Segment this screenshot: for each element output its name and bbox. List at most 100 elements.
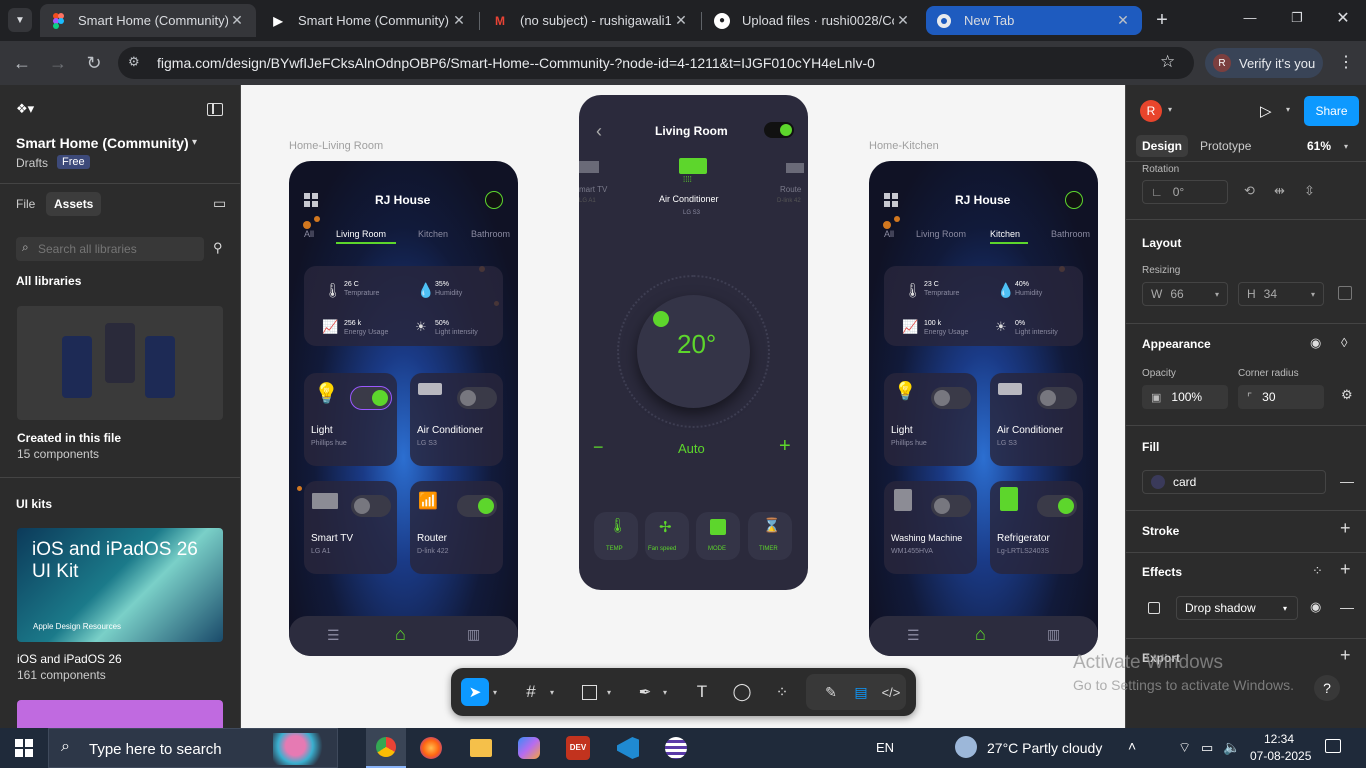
grid-menu-icon[interactable] <box>884 193 898 207</box>
notification-icon[interactable] <box>1325 739 1341 753</box>
device-card-light[interactable]: 💡 Light Phillips hue <box>304 373 397 466</box>
room-tab-bathroom[interactable]: Bathroom <box>471 229 510 239</box>
increase-button[interactable]: + <box>779 435 791 458</box>
actions-tool-icon[interactable]: ⁘ <box>768 678 796 706</box>
close-icon[interactable]: ✕ <box>1114 12 1132 29</box>
library-thumbnail[interactable] <box>17 306 223 420</box>
frame-label-living[interactable]: Home-Living Room <box>289 140 383 152</box>
flip-horizontal-icon[interactable]: ⇹ <box>1274 183 1285 199</box>
design-mode-icon[interactable]: ▤ <box>847 678 875 706</box>
chevron-down-icon[interactable]: ▾ <box>1168 105 1172 114</box>
device-card-light[interactable]: 💡 Light Phillips hue <box>884 373 977 466</box>
stats-icon[interactable]: ▥ <box>467 626 480 643</box>
add-effect-icon[interactable]: + <box>1340 559 1351 580</box>
tab-github[interactable]: ● Upload files · rushi0028/Con ✕ <box>704 4 922 37</box>
user-avatar[interactable]: R <box>1140 100 1162 122</box>
draw-mode-icon[interactable]: ✎ <box>817 678 845 706</box>
design-canvas[interactable]: Home-Living Room Home-Kitchen RJ House A… <box>241 85 1125 728</box>
search-input[interactable] <box>38 240 198 258</box>
stats-icon[interactable]: ▥ <box>1047 626 1060 643</box>
close-icon[interactable]: ✕ <box>894 12 912 29</box>
fill-style-field[interactable]: card <box>1142 470 1326 494</box>
close-icon[interactable]: ✕ <box>228 12 246 29</box>
room-tab-kitchen[interactable]: Kitchen <box>990 229 1020 239</box>
right-device-name[interactable]: Route <box>780 185 801 194</box>
site-settings-icon[interactable]: ⚙ <box>128 54 146 72</box>
chevron-down-icon[interactable]: ▾ <box>659 678 671 706</box>
phone-room-detail[interactable]: ‹ Living Room mart TV LG A1 ⁞⁞⁞⁞ Air Con… <box>579 95 808 590</box>
flip-vertical-icon[interactable]: ⇳ <box>1304 183 1315 199</box>
room-tab-kitchen[interactable]: Kitchen <box>418 229 448 239</box>
temperature-dial[interactable]: 20° <box>617 275 770 428</box>
ac-toggle[interactable] <box>457 387 497 409</box>
forward-arrow-icon[interactable]: → <box>44 49 72 77</box>
copilot-icon[interactable] <box>518 737 540 759</box>
library-search[interactable]: ⌕ <box>16 237 204 261</box>
vscode-icon[interactable] <box>617 737 639 759</box>
share-button[interactable]: Share <box>1304 96 1359 126</box>
effect-checkbox[interactable] <box>1148 602 1160 614</box>
restore-button[interactable]: ❐ <box>1287 10 1307 30</box>
figma-menu-icon[interactable]: ❖▾ <box>16 101 46 119</box>
light-toggle[interactable] <box>931 387 971 409</box>
language-indicator[interactable]: EN <box>876 740 894 755</box>
tab-assets[interactable]: Assets <box>46 192 102 216</box>
frame-label-kitchen[interactable]: Home-Kitchen <box>869 140 939 152</box>
app-icon[interactable] <box>665 737 687 759</box>
fridge-toggle[interactable] <box>1037 495 1077 517</box>
close-icon[interactable]: ✕ <box>672 12 690 29</box>
height-field[interactable]: H 34 ▾ <box>1238 282 1324 306</box>
control-fan-speed[interactable]: ✢ Fan speed <box>645 512 689 560</box>
control-temp[interactable]: 🌡 TEMP <box>594 512 638 560</box>
dev-mode-icon[interactable]: </> <box>877 678 905 706</box>
book-icon[interactable]: ▭ <box>213 195 226 212</box>
grid-menu-icon[interactable] <box>304 193 318 207</box>
chevron-down-icon[interactable]: ▾ <box>1286 105 1290 114</box>
home-icon[interactable]: ⌂ <box>975 624 986 645</box>
chevron-down-icon[interactable]: ▾ <box>603 678 615 706</box>
center-device-name[interactable]: Air Conditioner <box>659 194 719 204</box>
frame-tool-icon[interactable]: # <box>517 678 545 706</box>
pen-tool-icon[interactable]: ✒ <box>631 678 659 706</box>
blend-drop-icon[interactable]: ◊ <box>1341 335 1347 350</box>
visibility-eye-icon[interactable]: ◉ <box>1310 335 1321 351</box>
tv-toggle[interactable] <box>351 495 391 517</box>
taskbar-search[interactable]: ⌕ Type here to search <box>48 728 338 768</box>
tab-gmail[interactable]: M (no subject) - rushigawali17( ✕ <box>482 4 700 37</box>
constraints-icon[interactable] <box>1338 286 1352 300</box>
ios-kit-title[interactable]: iOS and iPadOS 26 <box>17 652 122 666</box>
phone-kitchen[interactable]: RJ House All Living Room Kitchen Bathroo… <box>869 161 1098 656</box>
back-arrow-icon[interactable]: ‹ <box>596 121 602 142</box>
flip-rotate-icon[interactable]: ⟲ <box>1244 183 1255 199</box>
windows-start-icon[interactable] <box>15 739 33 757</box>
reload-icon[interactable]: ↻ <box>80 49 108 77</box>
add-stroke-icon[interactable]: + <box>1340 518 1351 539</box>
device-card-washer[interactable]: Washing Machine WM1455HVA <box>884 481 977 574</box>
room-tab-living[interactable]: Living Room <box>336 229 386 239</box>
profile-avatar[interactable] <box>485 191 503 209</box>
device-card-tv[interactable]: Smart TV LG A1 <box>304 481 397 574</box>
effect-visibility-icon[interactable]: ◉ <box>1310 599 1321 615</box>
present-play-icon[interactable]: ▷ <box>1260 102 1272 120</box>
library-title[interactable]: Created in this file <box>17 431 121 445</box>
toggle-sidebar-icon[interactable] <box>207 103 223 116</box>
light-toggle[interactable] <box>350 386 392 410</box>
room-power-toggle[interactable] <box>764 122 794 138</box>
sliders-icon[interactable]: ☰ <box>907 627 920 644</box>
close-window-button[interactable]: ✕ <box>1333 8 1353 28</box>
weather-icon[interactable] <box>955 736 977 758</box>
device-card-ac[interactable]: Air Conditioner LG S3 <box>990 373 1083 466</box>
comment-tool-icon[interactable]: ◯ <box>728 678 756 706</box>
corner-radius-field[interactable]: ⌜ 30 <box>1238 385 1324 409</box>
control-timer[interactable]: ⌛ TIMER <box>748 512 792 560</box>
dial-knob[interactable] <box>653 311 669 327</box>
remove-effect-icon[interactable]: — <box>1340 599 1354 615</box>
chevron-down-icon[interactable]: ▾ <box>489 678 501 706</box>
file-explorer-icon[interactable] <box>470 739 492 757</box>
firefox-icon[interactable] <box>420 737 442 759</box>
tab-design[interactable]: Design <box>1136 135 1189 157</box>
effect-styles-icon[interactable]: ⁘ <box>1312 563 1323 579</box>
profile-avatar[interactable] <box>1065 191 1083 209</box>
clock-time[interactable]: 12:34 <box>1264 732 1294 746</box>
tab-new-tab[interactable]: New Tab ✕ <box>926 6 1142 35</box>
